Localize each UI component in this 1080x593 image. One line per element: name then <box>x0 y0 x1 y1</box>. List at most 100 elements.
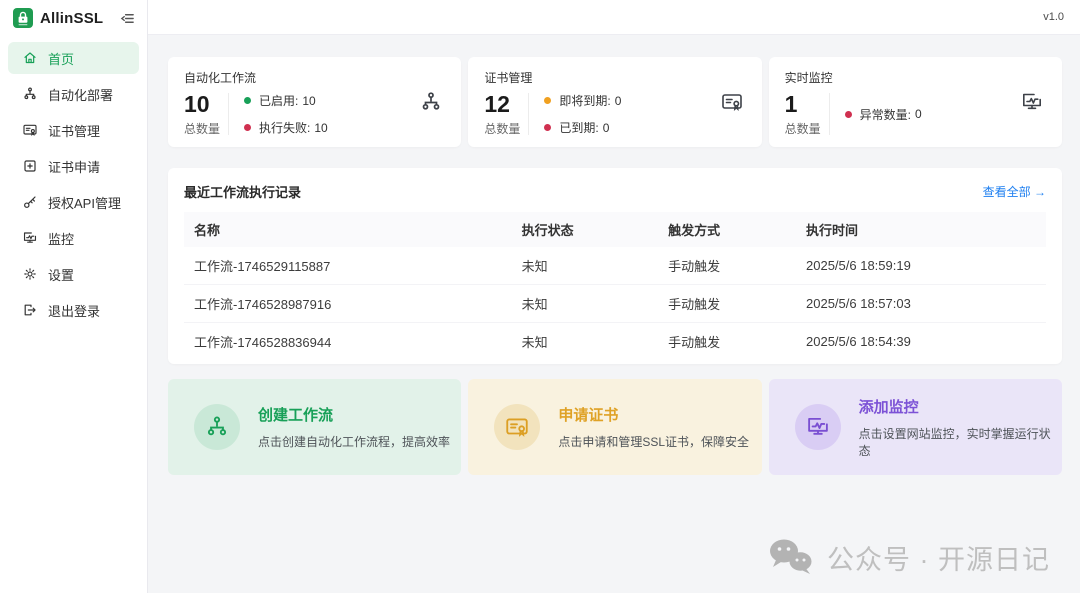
metric-value: 0 <box>603 121 610 135</box>
sidebar-item-label: 自动化部署 <box>48 85 113 104</box>
stat-card-monitoring: 实时监控 1 总数量 异常数量: 0 <box>769 57 1062 147</box>
cell-status: 未知 <box>512 323 659 361</box>
col-time: 执行时间 <box>796 212 1046 247</box>
metric-value: 10 <box>314 121 327 135</box>
workflow-icon <box>22 86 38 102</box>
add-monitor-card[interactable]: 添加监控 点击设置网站监控，实时掌握运行状态 <box>769 379 1062 475</box>
divider <box>228 93 229 135</box>
action-title: 添加监控 <box>859 396 1062 417</box>
metric-abnormal: 异常数量: 0 <box>845 106 922 123</box>
stat-total: 1 总数量 <box>785 91 821 137</box>
top-header: v1.0 <box>148 0 1080 35</box>
cell-name: 工作流-1746529115887 <box>184 247 512 285</box>
panel-title: 最近工作流执行记录 <box>184 182 301 201</box>
action-desc: 点击申请和管理SSL证书，保障安全 <box>558 433 749 450</box>
version-label: v1.0 <box>1043 11 1064 23</box>
certificate-icon <box>22 122 38 138</box>
sidebar: AllinSSL 首页 自动化部署 <box>0 0 148 593</box>
metric-expiring: 即将到期: 0 <box>544 92 621 109</box>
records-table: 名称 执行状态 触发方式 执行时间 工作流-1746529115887 未知 手… <box>184 212 1046 360</box>
cell-trigger: 手动触发 <box>658 285 796 323</box>
stat-title: 证书管理 <box>484 69 745 86</box>
metric-value: 0 <box>615 94 622 108</box>
col-trigger: 触发方式 <box>658 212 796 247</box>
sidebar-item-label: 退出登录 <box>48 301 100 320</box>
divider <box>829 93 830 135</box>
sidebar-item-api-auth[interactable]: 授权API管理 <box>8 186 139 218</box>
cell-trigger: 手动触发 <box>658 323 796 361</box>
col-name: 名称 <box>184 212 512 247</box>
table-row[interactable]: 工作流-1746528987916 未知 手动触发 2025/5/6 18:57… <box>184 285 1046 323</box>
view-all-link[interactable]: 查看全部 → <box>983 183 1046 200</box>
cell-time: 2025/5/6 18:59:19 <box>796 247 1046 285</box>
stat-title: 实时监控 <box>785 69 1046 86</box>
status-dot-orange <box>544 97 551 104</box>
watermark: 公众号 · 开源日记 <box>168 537 1062 577</box>
quick-actions-row: 创建工作流 点击创建自动化工作流程，提高效率 申请证书 点击申请和管理SSL证书… <box>168 379 1062 475</box>
cell-name: 工作流-1746528836944 <box>184 323 512 361</box>
table-header-row: 名称 执行状态 触发方式 执行时间 <box>184 212 1046 247</box>
sidebar-item-home[interactable]: 首页 <box>8 42 139 74</box>
monitor-icon <box>1020 90 1044 114</box>
allinssl-logo-icon <box>13 8 33 28</box>
app-title: AllinSSL <box>40 10 113 27</box>
action-title: 申请证书 <box>558 404 749 425</box>
table-row[interactable]: 工作流-1746529115887 未知 手动触发 2025/5/6 18:59… <box>184 247 1046 285</box>
col-status: 执行状态 <box>512 212 659 247</box>
sidebar-item-label: 首页 <box>48 49 74 68</box>
apply-certificate-card[interactable]: 申请证书 点击申请和管理SSL证书，保障安全 <box>468 379 761 475</box>
sidebar-item-auto-deploy[interactable]: 自动化部署 <box>8 78 139 110</box>
metric-label: 已到期: <box>559 119 598 136</box>
logout-icon <box>22 302 38 318</box>
cell-name: 工作流-1746528987916 <box>184 285 512 323</box>
workflow-icon <box>194 404 240 450</box>
cell-time: 2025/5/6 18:57:03 <box>796 285 1046 323</box>
wechat-icon <box>767 537 815 577</box>
plus-square-icon <box>22 158 38 174</box>
action-desc: 点击创建自动化工作流程，提高效率 <box>258 433 450 450</box>
stat-value: 12 <box>484 91 520 117</box>
sidebar-item-label: 证书管理 <box>48 121 100 140</box>
metric-value: 10 <box>302 94 315 108</box>
stat-value-label: 总数量 <box>785 120 821 137</box>
stat-card-certificates: 证书管理 12 总数量 即将到期: 0 <box>468 57 761 147</box>
stat-total: 10 总数量 <box>184 91 220 137</box>
stat-card-workflows: 自动化工作流 10 总数量 已启用: 10 <box>168 57 461 147</box>
sidebar-item-logout[interactable]: 退出登录 <box>8 294 139 326</box>
stat-value: 10 <box>184 91 220 117</box>
metric-enabled: 已启用: 10 <box>244 92 328 109</box>
metric-expired: 已到期: 0 <box>544 119 621 136</box>
sidebar-menu: 首页 自动化部署 证书管理 证书申请 <box>0 36 147 332</box>
table-row[interactable]: 工作流-1746528836944 未知 手动触发 2025/5/6 18:54… <box>184 323 1046 361</box>
monitor-icon <box>795 404 841 450</box>
sidebar-item-settings[interactable]: 设置 <box>8 258 139 290</box>
certificate-icon <box>720 90 744 114</box>
status-dot-green <box>244 97 251 104</box>
metric-label: 已启用: <box>259 92 298 109</box>
sidebar-item-label: 证书申请 <box>48 157 100 176</box>
metric-value: 0 <box>915 107 922 121</box>
stat-total: 12 总数量 <box>484 91 520 137</box>
sidebar-item-monitor[interactable]: 监控 <box>8 222 139 254</box>
status-dot-red <box>544 124 551 131</box>
key-icon <box>22 194 38 210</box>
sidebar-collapse-icon[interactable] <box>120 11 135 26</box>
status-dot-red <box>845 111 852 118</box>
metric-label: 即将到期: <box>559 92 610 109</box>
sidebar-item-label: 设置 <box>48 265 74 284</box>
action-desc: 点击设置网站监控，实时掌握运行状态 <box>859 425 1062 459</box>
recent-records-panel: 最近工作流执行记录 查看全部 → 名称 执行状态 触发方式 执行时间 <box>168 168 1062 364</box>
home-icon <box>22 50 38 66</box>
workflow-icon <box>419 90 443 114</box>
create-workflow-card[interactable]: 创建工作流 点击创建自动化工作流程，提高效率 <box>168 379 461 475</box>
sidebar-item-cert-manage[interactable]: 证书管理 <box>8 114 139 146</box>
certificate-icon <box>494 404 540 450</box>
stat-value-label: 总数量 <box>184 120 220 137</box>
status-dot-red <box>244 124 251 131</box>
sidebar-item-label: 授权API管理 <box>48 193 121 212</box>
content: 自动化工作流 10 总数量 已启用: 10 <box>148 35 1080 593</box>
sidebar-item-cert-apply[interactable]: 证书申请 <box>8 150 139 182</box>
sidebar-item-label: 监控 <box>48 229 74 248</box>
stats-row: 自动化工作流 10 总数量 已启用: 10 <box>168 57 1062 147</box>
metric-failed: 执行失败: 10 <box>244 119 328 136</box>
